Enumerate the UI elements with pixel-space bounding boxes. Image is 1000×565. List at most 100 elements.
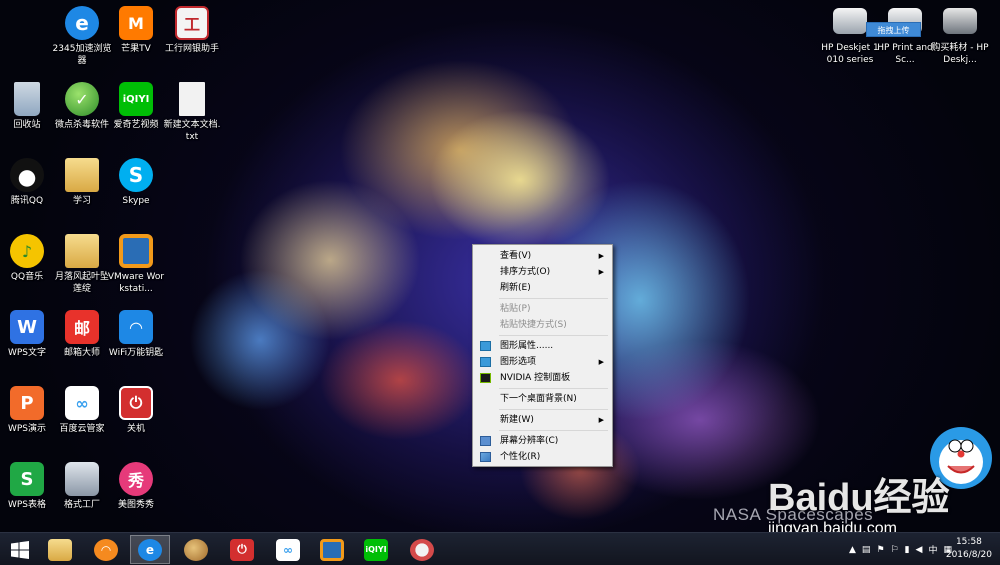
taskbar-ie-browser[interactable]: e <box>130 535 170 564</box>
menu-item-graphics-options[interactable]: 图形选项 ▶ <box>475 354 610 370</box>
ime-indicator[interactable]: 中 <box>928 543 937 556</box>
drag-upload-tooltip[interactable]: 拖拽上传 <box>866 22 921 37</box>
taskbar-snipping-tool[interactable] <box>402 535 442 564</box>
file-explorer-icon <box>48 538 72 561</box>
menu-item-label: 粘贴快捷方式(S) <box>500 320 567 330</box>
desktop-icon-vmware[interactable]: VMware Workstati... <box>106 234 166 295</box>
desktop-icon-wps-presentation[interactable]: P WPS演示 <box>0 386 57 435</box>
desktop-icon-format-factory[interactable]: 格式工厂 <box>52 462 112 511</box>
folder-icon <box>65 158 99 192</box>
vmware-icon <box>320 538 344 561</box>
desktop-icon-label: 格式工厂 <box>63 500 100 510</box>
windows-start-icon <box>11 540 29 559</box>
desktop-icon-folder-study[interactable]: 学习 <box>52 158 112 207</box>
desktop-icon-qq-music[interactable]: ♪ QQ音乐 <box>0 234 57 283</box>
desktop-icon-label: VMware Workstati... <box>107 272 165 294</box>
baidu-jingyan-url: jingyan.baidu.com <box>768 520 897 532</box>
desktop-icon-meitu[interactable]: 秀 美图秀秀 <box>106 462 166 511</box>
wifi-key-icon: ◠ <box>94 538 118 561</box>
desktop-icon-wps-spreadsheet[interactable]: S WPS表格 <box>0 462 57 511</box>
ie-browser-icon: e <box>65 6 99 40</box>
desktop-icon-mail-master[interactable]: 邮 邮箱大师 <box>52 310 112 359</box>
start-button[interactable] <box>0 535 40 564</box>
desktop-icon-label: 邮箱大师 <box>63 348 100 358</box>
taskbar-wifi-key[interactable]: ◠ <box>86 535 126 564</box>
menu-item-label: 刷新(E) <box>500 283 531 293</box>
desktop-icon-skype[interactable]: S Skype <box>106 158 166 207</box>
flag-icon[interactable]: ⚑ <box>876 545 884 555</box>
desktop-icon-wps-writer[interactable]: W WPS文字 <box>0 310 57 359</box>
desktop-icon-shutdown[interactable]: ⏻ 关机 <box>106 386 166 435</box>
desktop-icon-wifi-key[interactable]: ◠ WiFi万能钥匙 <box>106 310 166 359</box>
taskbar-clock[interactable]: 15:58 2016/8/20 <box>946 536 992 562</box>
desktop-icon-hp-deskjet[interactable]: HP Deskjet 1010 series <box>820 8 880 66</box>
desktop-icon-2345-browser[interactable]: e 2345加速浏览器 <box>52 6 112 67</box>
menu-item-label: NVIDIA 控制面板 <box>500 373 571 383</box>
desktop-icon-label: QQ音乐 <box>10 272 44 282</box>
desktop-background[interactable]: e 2345加速浏览器 M 芒果TV 工 工行网银助手 回收站 ✓ 微点杀毒软件… <box>0 0 1000 532</box>
printer-supplies-icon <box>943 8 977 34</box>
desktop-icon-baidu-cloud[interactable]: ∞ 百度云管家 <box>52 386 112 435</box>
folder-icon <box>65 234 99 268</box>
desktop-icon-antivirus[interactable]: ✓ 微点杀毒软件 <box>52 82 112 131</box>
taskbar-paint[interactable] <box>176 535 216 564</box>
vmware-icon <box>119 234 153 268</box>
power-icon: ⏻ <box>119 386 153 420</box>
desktop-icon-label: WiFi万能钥匙 <box>108 348 164 358</box>
desktop-icon-label: 工行网银助手 <box>164 44 219 54</box>
desktop-icon-icbc[interactable]: 工 工行网银助手 <box>162 6 222 55</box>
desktop-icon-label: 购买耗材 - HP Deskj... <box>931 43 989 65</box>
desktop-icon-qq[interactable]: 腾讯QQ <box>0 158 57 207</box>
show-hidden-icons-button[interactable]: ▲ <box>849 545 856 555</box>
taskbar-vmware[interactable] <box>312 535 352 564</box>
icbc-icon: 工 <box>175 6 209 40</box>
menu-item-personalize[interactable]: 个性化(R) <box>475 449 610 465</box>
menu-item-label: 下一个桌面背景(N) <box>500 394 577 404</box>
volume-icon[interactable]: ◀ <box>916 545 923 555</box>
desktop-icon-label: WPS演示 <box>7 424 47 434</box>
desktop-icon-label: 学习 <box>72 196 91 206</box>
desktop-icon-iqiyi[interactable]: iQIYI 爱奇艺视频 <box>106 82 166 131</box>
desktop-icon-label: HP Deskjet 1010 series <box>821 43 879 65</box>
mango-tv-icon: M <box>119 6 153 40</box>
taskbar-shutdown[interactable]: ⏻ <box>222 535 262 564</box>
skype-icon: S <box>119 158 153 192</box>
desktop-icon-folder-poem[interactable]: 月落风起叶坠莲绽 <box>52 234 112 295</box>
desktop-icon-text-file[interactable]: 新建文本文档.txt <box>162 82 222 143</box>
menu-item-sort-by[interactable]: 排序方式(O) ▶ <box>475 264 610 280</box>
baidu-cloud-icon: ∞ <box>276 538 300 561</box>
action-center-icon[interactable]: ⚐ <box>891 545 899 555</box>
menu-item-graphics-properties[interactable]: 图形属性...... <box>475 338 610 354</box>
iqiyi-icon: iQIYI <box>119 82 153 116</box>
clock-date: 2016/8/20 <box>945 550 992 560</box>
menu-item-new[interactable]: 新建(W) ▶ <box>475 412 610 428</box>
menu-item-view[interactable]: 查看(V) ▶ <box>475 248 610 264</box>
taskbar-file-explorer[interactable] <box>40 535 80 564</box>
menu-item-screen-resolution[interactable]: 屏幕分辨率(C) <box>475 433 610 449</box>
submenu-arrow-icon: ▶ <box>598 416 604 424</box>
taskbar-baidu-cloud[interactable]: ∞ <box>268 535 308 564</box>
menu-item-nvidia-control-panel[interactable]: NVIDIA 控制面板 <box>475 370 610 386</box>
qq-music-icon: ♪ <box>10 234 44 268</box>
desktop-icon-label: 腾讯QQ <box>10 196 44 206</box>
battery-icon[interactable]: ▮ <box>905 545 910 555</box>
recycle-bin-icon <box>14 82 40 116</box>
menu-item-label: 个性化(R) <box>500 452 541 462</box>
menu-item-label: 粘贴(P) <box>500 304 531 314</box>
menu-item-label: 图形属性...... <box>500 341 554 351</box>
desktop-icon-hp-supplies[interactable]: 购买耗材 - HP Deskj... <box>930 8 990 66</box>
submenu-arrow-icon: ▶ <box>598 358 604 366</box>
taskbar-iqiyi[interactable]: iQIYI <box>356 535 396 564</box>
network-icon[interactable]: ▤ <box>862 545 871 555</box>
wifi-key-icon: ◠ <box>119 310 153 344</box>
desktop-icon-label: WPS文字 <box>7 348 47 358</box>
menu-item-paste-shortcut: 粘贴快捷方式(S) <box>475 317 610 333</box>
menu-item-next-background[interactable]: 下一个桌面背景(N) <box>475 391 610 407</box>
desktop-context-menu: 查看(V) ▶ 排序方式(O) ▶ 刷新(E) 粘贴(P) 粘贴快捷方式(S) … <box>472 244 613 467</box>
desktop-icon-mango-tv[interactable]: M 芒果TV <box>106 6 166 55</box>
desktop-icon-recycle-bin[interactable]: 回收站 <box>0 82 57 131</box>
desktop-icon-label: Skype <box>122 196 150 206</box>
menu-item-refresh[interactable]: 刷新(E) <box>475 280 610 296</box>
menu-separator <box>499 430 608 431</box>
desktop-icon-label: 新建文本文档.txt <box>163 120 221 142</box>
